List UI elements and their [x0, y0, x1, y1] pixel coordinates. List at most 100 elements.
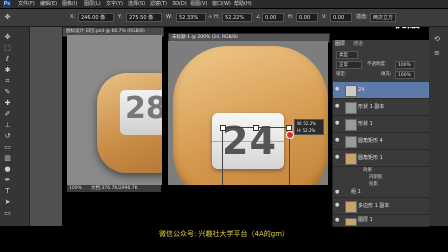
history-brush-icon[interactable]: ↺: [3, 132, 12, 141]
link-icon[interactable]: ∞: [208, 13, 212, 22]
vskew-field[interactable]: 0.00: [330, 13, 352, 22]
transform-readout: W: 52.2% H: 52.2%: [294, 119, 324, 135]
layer-row[interactable]: ● 多边形 1 副本: [333, 198, 429, 215]
layer-thumb: [345, 102, 357, 114]
brush-icon[interactable]: ✐: [3, 110, 12, 119]
y-label: Y:: [118, 14, 123, 20]
layer-row[interactable]: ● 圆角矩形 4: [333, 133, 429, 150]
layer-name: 多边形 1 副本: [358, 203, 390, 209]
layer-row[interactable]: ● 形状 1: [333, 116, 429, 133]
menu-select[interactable]: 选择(S): [128, 0, 145, 8]
menu-edit[interactable]: 编辑(E): [40, 0, 57, 8]
history-icon[interactable]: ⟲: [434, 35, 443, 44]
layer-row[interactable]: ● 圆角矩形 1: [333, 150, 429, 167]
menu-window[interactable]: 窗口(W): [212, 0, 231, 8]
layer-thumb: [345, 218, 357, 226]
layer-thumb: [345, 119, 357, 131]
channels-tab[interactable]: 通道: [353, 40, 363, 48]
crop-icon[interactable]: ⌗: [3, 77, 12, 86]
angle-field[interactable]: 0.00: [262, 13, 284, 22]
hskew-label: H:: [288, 14, 294, 20]
layers-tab[interactable]: 图层: [335, 40, 345, 48]
layer-row[interactable]: ● 图层 1: [333, 215, 429, 227]
transform-handle-top[interactable]: [253, 125, 259, 131]
pen-icon[interactable]: ✒: [3, 176, 12, 185]
group-name: 组 1: [351, 189, 361, 195]
gradient-icon[interactable]: ▥: [3, 154, 12, 163]
fill-field[interactable]: 100%: [395, 71, 415, 79]
layer-name: 形状 1: [358, 121, 373, 127]
right-icon-strip: ⟲ ≡: [429, 27, 448, 226]
menu-3d[interactable]: 3D(D): [172, 0, 187, 8]
doc2-canvas[interactable]: 24 W: 52.2% H: 52.2%: [168, 41, 328, 185]
marquee-icon[interactable]: ⬚: [3, 44, 12, 53]
menu-help[interactable]: 帮助(H): [234, 0, 252, 8]
lock-label: 锁定:: [336, 72, 347, 77]
opacity-label: 不透明度:: [367, 62, 387, 67]
eye-icon[interactable]: ●: [335, 203, 341, 208]
clone-stamp-icon[interactable]: ⊥: [3, 121, 12, 130]
dodge-icon[interactable]: ●: [3, 165, 12, 174]
transform-handle-tl[interactable]: [220, 125, 226, 131]
move-icon[interactable]: ✥: [3, 33, 12, 42]
eye-icon[interactable]: ●: [335, 190, 341, 195]
menu-image[interactable]: 图像(I): [62, 0, 77, 8]
move-tool-icon[interactable]: ✥: [3, 13, 12, 22]
menu-bar: Ps 文件(F) 编辑(E) 图像(I) 图层(L) 文字(Y) 选择(S) 滤…: [0, 0, 448, 8]
options-bar: ✥ X: 246.00 像 Y: 275.50 像 W: 52.33% ∞ H:…: [0, 9, 448, 27]
shape-icon[interactable]: ▭: [3, 209, 12, 218]
cursor-marker-icon: [286, 131, 294, 139]
layer-name: 图层 1: [358, 217, 373, 223]
menu-layer[interactable]: 图层(L): [84, 0, 101, 8]
properties-icon[interactable]: ≡: [434, 49, 443, 58]
w-field[interactable]: 52.33%: [176, 13, 206, 22]
hskew-field[interactable]: 0.00: [296, 13, 318, 22]
eye-icon[interactable]: ●: [335, 218, 341, 223]
blend-mode-select[interactable]: 正常: [336, 61, 362, 69]
type-icon[interactable]: T: [3, 187, 12, 196]
layer-name: 圆角矩形 1: [358, 155, 383, 161]
layer-row[interactable]: ● 形状 1 副本: [333, 99, 429, 116]
eye-icon[interactable]: ●: [335, 104, 341, 109]
eyedropper-icon[interactable]: ✎: [3, 88, 12, 97]
layer-name: 24: [358, 87, 365, 93]
eye-icon[interactable]: ●: [335, 121, 341, 126]
menu-file[interactable]: 文件(F): [18, 0, 35, 8]
magic-wand-icon[interactable]: ✱: [3, 66, 12, 75]
transform-readout-h: H: 52.2%: [297, 128, 316, 133]
h-field[interactable]: 52.22%: [222, 13, 252, 22]
effects-label: 效果: [363, 168, 372, 173]
menu-view[interactable]: 视图(V): [190, 0, 207, 8]
eye-icon[interactable]: ●: [335, 155, 341, 160]
transform-bounding-box[interactable]: [222, 127, 290, 185]
subtitle-caption: 微信公众号: 兴趣社大学平台（4A的gm）: [158, 230, 290, 238]
tools-panel: ✥ ⬚ ℓ ✱ ⌗ ✎ ✚ ✐ ⊥ ↺ ▭ ▥ ● ✒ T ➤ ▭: [0, 27, 30, 226]
layer-thumb: [345, 201, 357, 213]
layer-row[interactable]: ● 24: [333, 82, 429, 99]
doc1-zoom[interactable]: 100%: [67, 185, 91, 192]
group-row[interactable]: ● 组 1: [333, 188, 429, 198]
path-select-icon[interactable]: ➤: [3, 198, 12, 207]
eraser-icon[interactable]: ▭: [3, 143, 12, 152]
interp-select[interactable]: 两次立方: [370, 13, 396, 22]
eye-icon[interactable]: ●: [335, 87, 341, 92]
layer-name: 圆角矩形 4: [358, 138, 383, 144]
layer-name: 形状 1 副本: [358, 104, 385, 110]
opacity-field[interactable]: 100%: [395, 61, 415, 69]
fill-label: 填充:: [381, 72, 392, 77]
angle-icon: ∠: [256, 14, 261, 20]
lasso-icon[interactable]: ℓ: [3, 55, 12, 64]
kind-filter[interactable]: 类型: [336, 51, 358, 59]
layer-thumb: [345, 153, 357, 165]
y-field[interactable]: 275.50 像: [126, 13, 162, 22]
doc1-canvas[interactable]: 28: [67, 35, 162, 185]
doc1-number: 28: [125, 91, 162, 126]
menu-filter[interactable]: 滤镜(T): [150, 0, 167, 8]
drop-shadow-label: 投影: [369, 182, 378, 187]
eye-icon[interactable]: ●: [335, 138, 341, 143]
doc1-doc-size: 文档:376.7K/2996.7K: [91, 185, 161, 192]
menu-type[interactable]: 文字(Y): [106, 0, 123, 8]
x-field[interactable]: 246.00 像: [78, 13, 114, 22]
healing-brush-icon[interactable]: ✚: [3, 99, 12, 108]
inner-shadow-label: 内阴影: [369, 175, 383, 180]
